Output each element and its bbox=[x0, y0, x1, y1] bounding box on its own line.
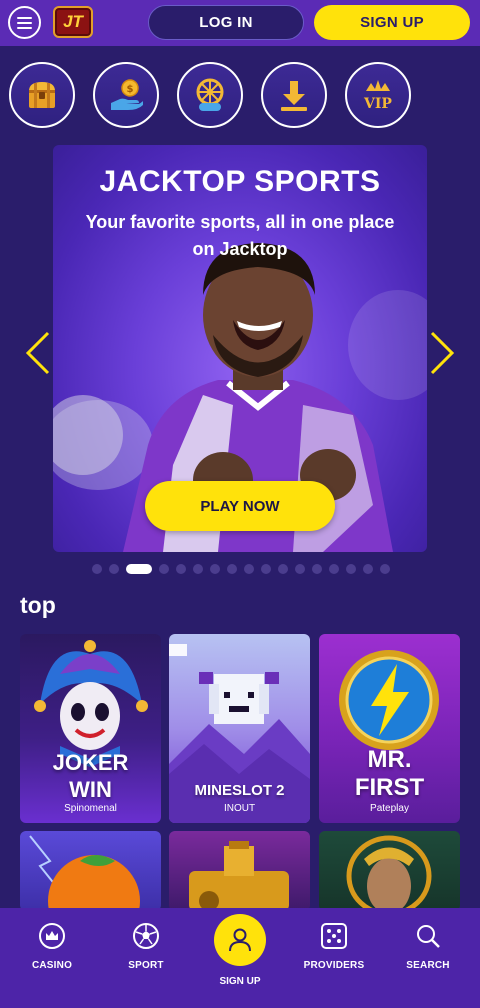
carousel-dot[interactable] bbox=[261, 564, 271, 574]
game-title-line2: WIN bbox=[69, 777, 112, 802]
chevron-right-icon[interactable] bbox=[428, 330, 456, 376]
carousel-dot[interactable] bbox=[278, 564, 288, 574]
carousel-dot[interactable] bbox=[126, 564, 152, 574]
nav-signup-button[interactable] bbox=[214, 914, 266, 966]
carousel-dot[interactable] bbox=[363, 564, 373, 574]
vip-crown-icon: VIP bbox=[363, 80, 392, 112]
nav-providers[interactable]: PROVIDERS bbox=[289, 908, 379, 1008]
section-title-top: top bbox=[20, 592, 56, 618]
banner-title: JACKTOP SPORTS bbox=[99, 165, 381, 198]
carousel-dot[interactable] bbox=[312, 564, 322, 574]
play-now-button[interactable]: PLAY NOW bbox=[145, 481, 335, 531]
game-card[interactable]: MR. FIRST Pateplay bbox=[319, 634, 460, 823]
carousel-dot[interactable] bbox=[92, 564, 102, 574]
orange-fruit-artwork bbox=[29, 835, 140, 911]
carousel-dot[interactable] bbox=[329, 564, 339, 574]
game-card[interactable] bbox=[169, 831, 310, 911]
banner-subtitle: Your favorite sports, all in one place o… bbox=[85, 212, 395, 259]
download-button[interactable] bbox=[261, 62, 327, 128]
carousel-dot[interactable] bbox=[159, 564, 169, 574]
free-wheel-icon bbox=[196, 78, 224, 111]
carousel-dot[interactable] bbox=[346, 564, 356, 574]
nav-sport-label: SPORT bbox=[128, 960, 164, 971]
treasure-chest-icon bbox=[29, 82, 55, 108]
site-logo[interactable]: JT bbox=[53, 6, 93, 38]
carousel-dot[interactable] bbox=[244, 564, 254, 574]
download-icon bbox=[281, 81, 307, 111]
carousel-dot[interactable] bbox=[109, 564, 119, 574]
hamburger-menu-icon[interactable] bbox=[8, 6, 41, 39]
cashback-hand-icon: $ bbox=[111, 79, 143, 110]
signup-button[interactable]: SIGN UP bbox=[314, 5, 470, 40]
nav-casino[interactable]: CASINO bbox=[7, 908, 97, 1008]
chevron-left-icon[interactable] bbox=[24, 330, 52, 376]
game-card[interactable] bbox=[319, 831, 460, 911]
soccer-ball-icon bbox=[133, 923, 159, 949]
nav-providers-label: PROVIDERS bbox=[303, 960, 365, 971]
nav-search[interactable]: SEARCH bbox=[383, 908, 473, 1008]
tribal-chief-artwork bbox=[346, 835, 432, 911]
casino-crown-icon bbox=[39, 923, 65, 949]
dice-icon bbox=[321, 923, 347, 949]
nav-sport[interactable]: SPORT bbox=[101, 908, 191, 1008]
promo-banner[interactable]: JACKTOP SPORTS Your favorite sports, all… bbox=[53, 145, 427, 552]
golden-train-artwork bbox=[189, 841, 289, 911]
carousel-dot[interactable] bbox=[295, 564, 305, 574]
nav-search-label: SEARCH bbox=[406, 960, 450, 971]
game-title-line2: FIRST bbox=[354, 774, 425, 801]
carousel-dot[interactable] bbox=[210, 564, 220, 574]
svg-text:$: $ bbox=[127, 84, 134, 95]
game-provider: Pateplay bbox=[370, 803, 409, 814]
svg-text:VIP: VIP bbox=[363, 96, 392, 112]
vip-button[interactable]: VIP bbox=[345, 62, 411, 128]
game-title-line1: MINESLOT 2 bbox=[194, 782, 285, 799]
carousel-dot[interactable] bbox=[193, 564, 203, 574]
game-title-line1: JOKER bbox=[52, 750, 129, 775]
nav-signup-label: SIGN UP bbox=[219, 976, 261, 987]
game-provider: Spinomenal bbox=[64, 803, 117, 814]
search-icon bbox=[417, 925, 440, 948]
game-provider: INOUT bbox=[223, 803, 256, 814]
game-title-line1: MR. bbox=[367, 746, 412, 773]
game-card[interactable] bbox=[20, 831, 161, 911]
nav-casino-label: CASINO bbox=[31, 960, 73, 971]
free-wheel-button[interactable] bbox=[177, 62, 243, 128]
quick-links-row: $ VIP bbox=[9, 62, 479, 130]
carousel-dot[interactable] bbox=[380, 564, 390, 574]
game-card[interactable]: MINESLOT 2 INOUT bbox=[169, 634, 310, 823]
carousel-dot[interactable] bbox=[227, 564, 237, 574]
user-icon bbox=[229, 928, 251, 952]
carousel-dots bbox=[92, 564, 390, 574]
game-card[interactable]: JOKER WIN Spinomenal bbox=[20, 634, 161, 823]
carousel-dot[interactable] bbox=[176, 564, 186, 574]
login-button[interactable]: LOG IN bbox=[148, 5, 304, 40]
treasure-chest-button[interactable] bbox=[9, 62, 75, 128]
top-header: JT LOG IN SIGN UP bbox=[0, 0, 480, 46]
cashback-button[interactable]: $ bbox=[93, 62, 159, 128]
bottom-navigation: CASINO SPORT SIGN UP PROVIDERS SEARCH bbox=[0, 908, 480, 1008]
